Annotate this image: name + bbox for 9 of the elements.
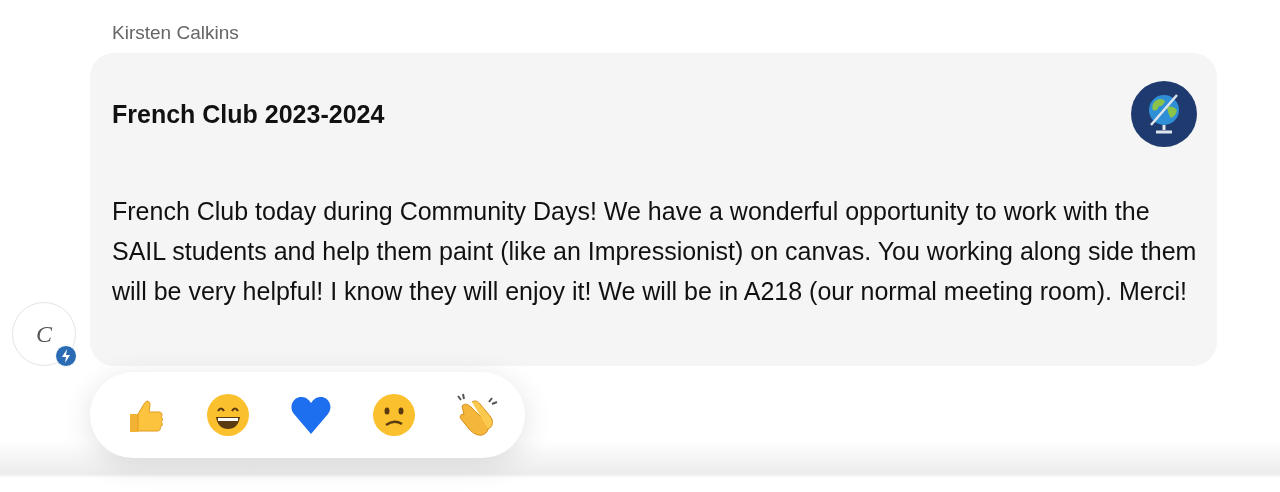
grinning-face-icon[interactable] — [205, 392, 251, 438]
avatar: C — [12, 302, 76, 366]
lightning-badge-icon — [55, 345, 77, 367]
clapping-hands-icon[interactable] — [454, 392, 500, 438]
globe-icon — [1131, 81, 1197, 147]
message-body: French Club today during Community Days! We have a wonderful opportunity to work with the SAIL students and help them paint (like an Impressionist) on canvas. You working along side them will be very helpful! I know they will enjoy it! We will be in A218 (our normal meeting room). Merci! — [112, 196, 1198, 307]
message-title: French Club 2023-2024 — [112, 99, 385, 129]
confused-face-icon[interactable] — [371, 392, 417, 438]
author-name: Kirsten Calkins — [112, 22, 239, 44]
